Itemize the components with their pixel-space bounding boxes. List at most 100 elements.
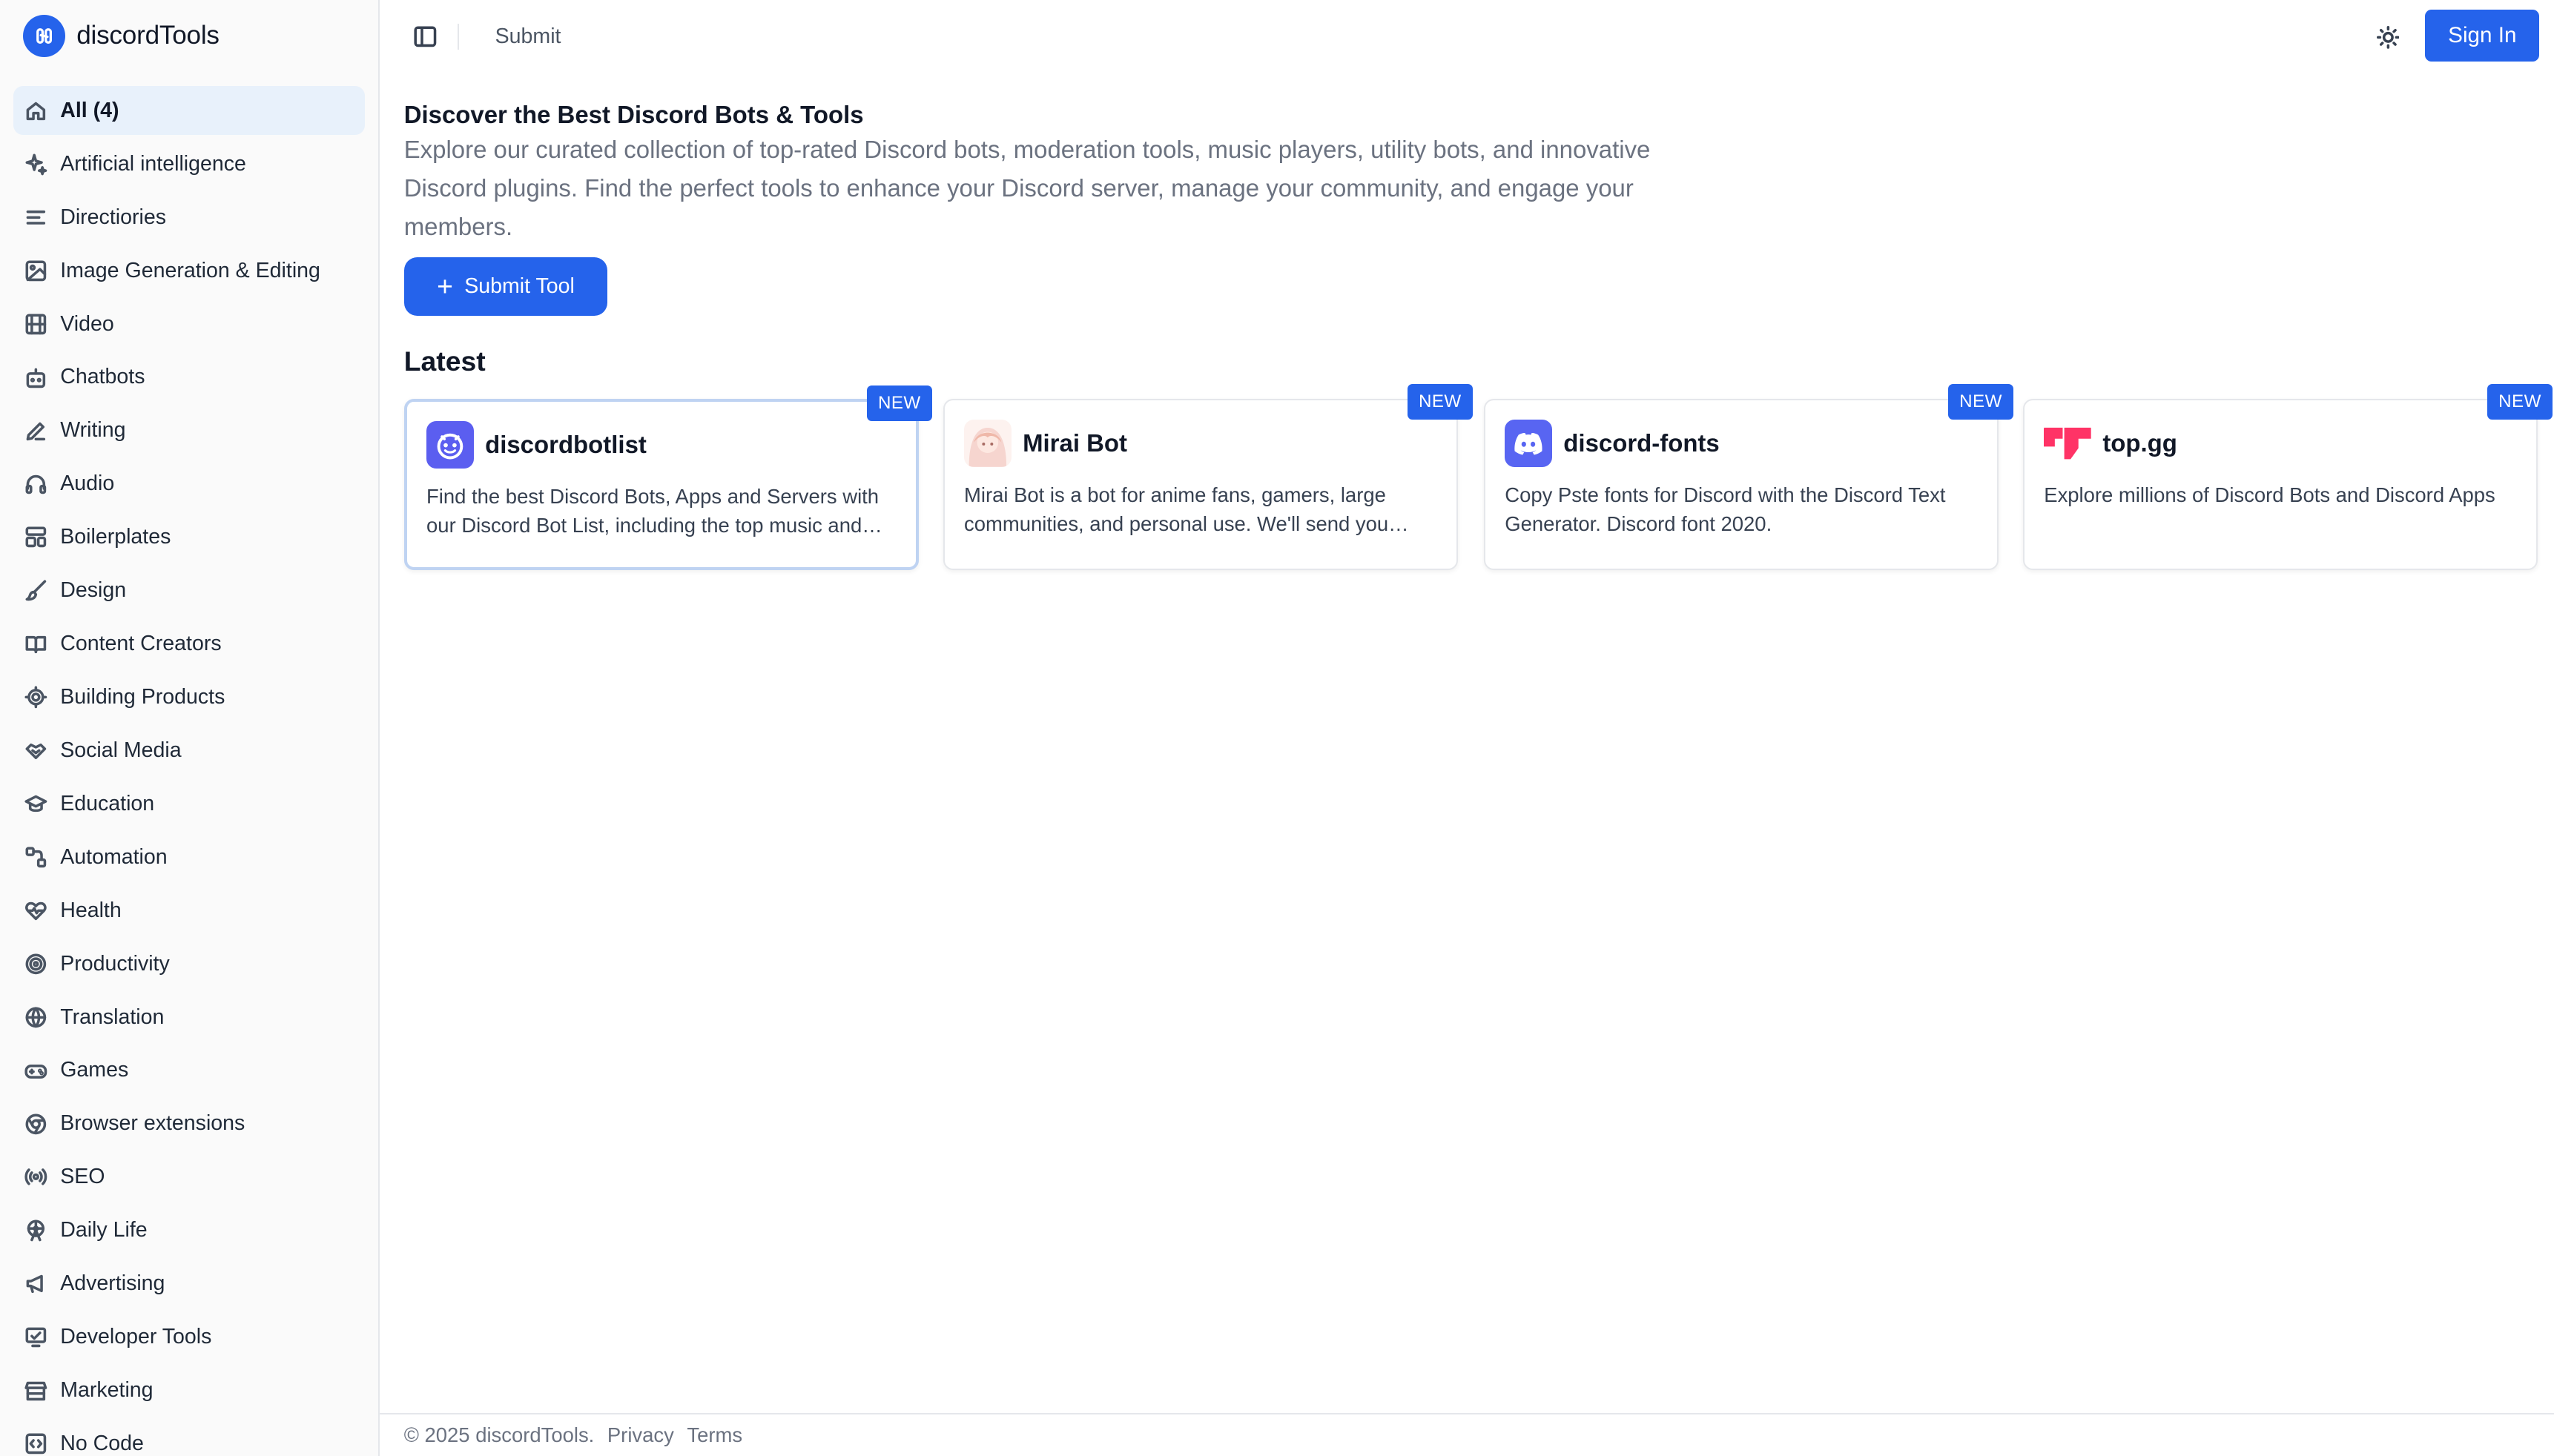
- graduation-cap-icon: [24, 792, 47, 815]
- sidebar-item-browser-extensions[interactable]: Browser extensions: [13, 1099, 366, 1148]
- sidebar-item-seo[interactable]: SEO: [13, 1153, 366, 1202]
- sidebar-item-label: No Code: [60, 1431, 144, 1455]
- sign-in-button[interactable]: Sign In: [2425, 10, 2540, 62]
- theme-toggle-sun-icon[interactable]: [2376, 26, 2400, 50]
- tool-card[interactable]: NEW Mirai Bot Mirai Bot is a bot for anime…: [943, 384, 1473, 570]
- brand-name: discordTools: [76, 21, 220, 50]
- sidebar-item-label: Chatbots: [60, 365, 145, 389]
- layout-icon: [24, 526, 47, 549]
- tool-card-name: discordbotlist: [485, 431, 647, 459]
- sidebar-item-games[interactable]: Games: [13, 1046, 366, 1095]
- sidebar-item-writing[interactable]: Writing: [13, 406, 366, 455]
- new-badge: NEW: [1948, 384, 2013, 420]
- pen-icon: [24, 420, 47, 443]
- sidebar-item-boilerplates[interactable]: Boilerplates: [13, 513, 366, 562]
- list-icon: [24, 206, 47, 229]
- latest-cards: NEW discordbotlist Find the best Discord B…: [403, 384, 2553, 572]
- sidebar-item-social-media[interactable]: Social Media: [13, 726, 366, 775]
- sidebar-item-label: Daily Life: [60, 1218, 148, 1242]
- footer-privacy-link[interactable]: Privacy: [607, 1423, 674, 1447]
- page-title: Discover the Best Discord Bots & Tools: [403, 101, 864, 129]
- headphones-icon: [24, 472, 47, 495]
- submit-link[interactable]: Submit: [495, 24, 561, 49]
- sidebar-item-all[interactable]: All (4): [13, 86, 366, 136]
- sidebar-item-translation[interactable]: Translation: [13, 993, 366, 1042]
- sidebar-item-automation[interactable]: Automation: [13, 833, 366, 881]
- tool-card[interactable]: NEW discord-fonts Copy Pste fonts for Disc…: [1483, 384, 2013, 570]
- sparkle-icon: [24, 153, 47, 176]
- sidebar-item-label: Building Products: [60, 684, 225, 709]
- megaphone-icon: [24, 1272, 47, 1295]
- latest-heading: Latest: [403, 345, 486, 377]
- tool-card[interactable]: NEW top.gg Explore millions of Discord Bot…: [2022, 384, 2553, 570]
- ferris-wheel-icon: [24, 1219, 47, 1242]
- submit-tool-button[interactable]: + Submit Tool: [403, 257, 608, 317]
- home-icon: [24, 99, 47, 122]
- tool-card-description: Copy Pste fonts for Discord with the Dis…: [1505, 483, 1946, 536]
- sidebar-item-label: Advertising: [60, 1271, 165, 1296]
- brush-icon: [24, 579, 47, 602]
- sidebar-item-artificial-intelligence[interactable]: Artificial intelligence: [13, 139, 366, 188]
- sidebar-item-label: Marketing: [60, 1377, 154, 1402]
- tool-card-header: top.gg: [2044, 420, 2177, 467]
- sidebar-item-developer-tools[interactable]: Developer Tools: [13, 1313, 366, 1362]
- sidebar-item-label: Directiories: [60, 205, 166, 229]
- footer-terms-link[interactable]: Terms: [687, 1423, 742, 1447]
- sidebar-item-label: Content Creators: [60, 632, 222, 656]
- sidebar-toggle-icon[interactable]: [414, 25, 437, 48]
- sidebar-item-label: Social Media: [60, 738, 182, 762]
- sidebar-item-label: Productivity: [60, 951, 170, 976]
- sidebar-item-design[interactable]: Design: [13, 566, 366, 615]
- sidebar-item-daily-life[interactable]: Daily Life: [13, 1206, 366, 1255]
- new-badge: NEW: [1407, 384, 1473, 420]
- sidebar-item-label: Translation: [60, 1005, 165, 1029]
- sidebar-item-advertising[interactable]: Advertising: [13, 1260, 366, 1308]
- code-square-icon: [24, 1432, 47, 1455]
- sidebar-item-productivity[interactable]: Productivity: [13, 939, 366, 988]
- sidebar-item-building-products[interactable]: Building Products: [13, 673, 366, 722]
- sidebar-item-label: Audio: [60, 471, 115, 496]
- sidebar-item-no-code[interactable]: No Code: [13, 1419, 366, 1456]
- gamepad-icon: [24, 1059, 47, 1082]
- sidebar-item-label: SEO: [60, 1165, 105, 1189]
- sidebar-item-label: Artificial intelligence: [60, 151, 246, 176]
- anime-avatar-logo: [964, 420, 1023, 468]
- sidebar-item-directiories[interactable]: Directiories: [13, 193, 366, 242]
- sidebar: discordTools All (4) Artificial intellige…: [0, 0, 380, 1456]
- tool-card-name: Mirai Bot: [1023, 429, 1127, 457]
- sidebar-item-label: Browser extensions: [60, 1111, 245, 1136]
- sidebar-item-chatbots[interactable]: Chatbots: [13, 353, 366, 402]
- cog-icon: [24, 686, 47, 709]
- tool-card[interactable]: NEW discordbotlist Find the best Discord B…: [403, 385, 932, 570]
- footer-copyright: © 2025 discordTools.: [403, 1423, 595, 1447]
- topbar-divider: [458, 23, 460, 50]
- chrome-icon: [24, 1113, 47, 1136]
- sidebar-item-video[interactable]: Video: [13, 300, 366, 348]
- sidebar-item-label: Video: [60, 311, 114, 336]
- sidebar-item-label: Games: [60, 1058, 129, 1082]
- globe-icon: [24, 1006, 47, 1029]
- topgg-logo: [2044, 420, 2102, 467]
- sidebar-item-label: Boilerplates: [60, 525, 171, 549]
- sidebar-item-health[interactable]: Health: [13, 886, 366, 935]
- book-open-icon: [24, 632, 47, 655]
- tool-card-description: Explore millions of Discord Bots and Dis…: [2044, 483, 2495, 506]
- sidebar-item-education[interactable]: Education: [13, 779, 366, 828]
- sidebar-item-marketing[interactable]: Marketing: [13, 1366, 366, 1415]
- sidebar-item-label: Developer Tools: [60, 1325, 212, 1349]
- handshake-icon: [24, 739, 47, 762]
- brand[interactable]: discordTools: [0, 0, 378, 72]
- brand-logo-icon: [22, 14, 65, 57]
- image-icon: [24, 259, 47, 282]
- topbar: Submit Sign In: [380, 0, 2554, 73]
- sidebar-item-audio[interactable]: Audio: [13, 460, 366, 509]
- discord-logo: [1505, 420, 1563, 468]
- sidebar-item-content-creators[interactable]: Content Creators: [13, 620, 366, 669]
- store-icon: [24, 1379, 47, 1402]
- sidebar-item-label: Education: [60, 791, 155, 815]
- sidebar-item-label: Automation: [60, 844, 168, 869]
- sidebar-item-label: Design: [60, 578, 127, 603]
- sidebar-item-image-generation-editing[interactable]: Image Generation & Editing: [13, 246, 366, 295]
- sidebar-item-label: Writing: [60, 418, 126, 443]
- target-icon: [24, 953, 47, 976]
